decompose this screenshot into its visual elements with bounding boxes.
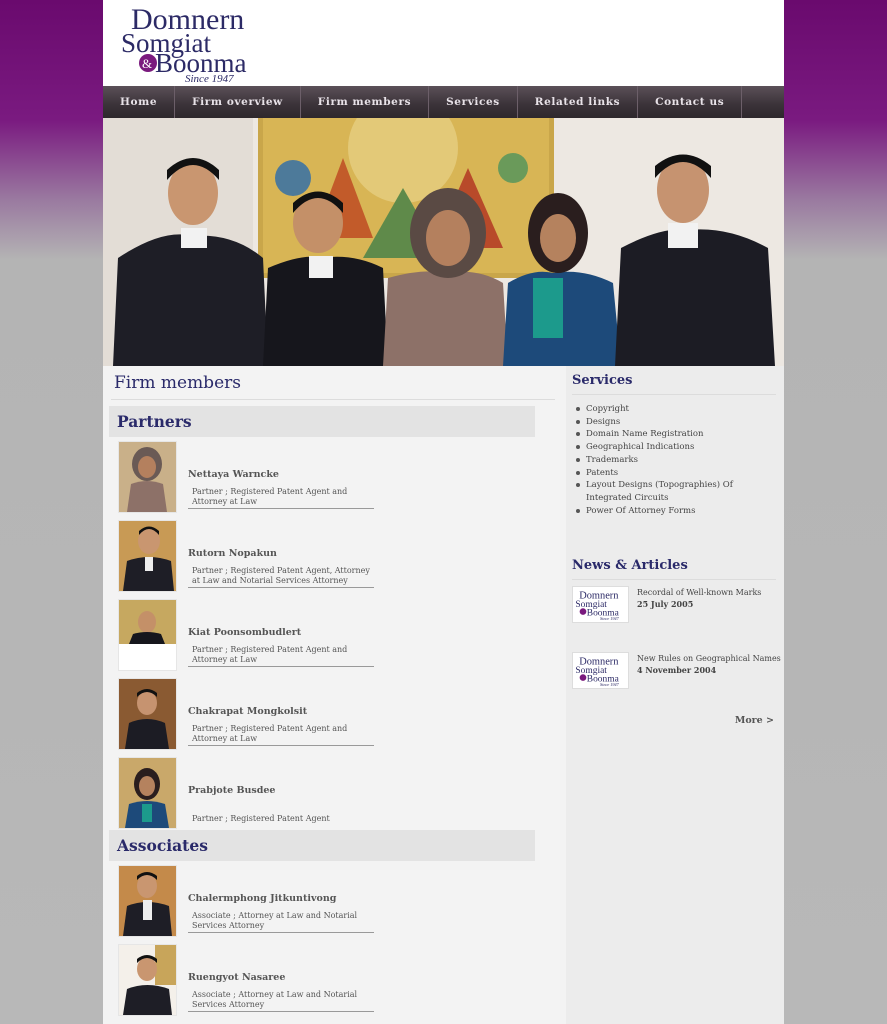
member-card[interactable]: Nettaya Warncke Partner ; Registered Pat… bbox=[118, 437, 563, 516]
member-photo[interactable] bbox=[118, 757, 177, 829]
member-name[interactable]: Kiat Poonsombudlert bbox=[188, 627, 301, 638]
member-photo[interactable] bbox=[118, 520, 177, 592]
divider bbox=[111, 399, 555, 400]
more-link[interactable]: More > bbox=[735, 715, 774, 726]
member-name[interactable]: Ruengyot Nasaree bbox=[188, 972, 285, 983]
member-role: Partner ; Registered Patent Agent bbox=[192, 814, 330, 823]
member-card[interactable]: Chakrapat Mongkolsit Partner ; Registere… bbox=[118, 674, 563, 753]
service-link[interactable]: Power Of Attorney Forms bbox=[576, 505, 771, 518]
service-link[interactable]: Copyright bbox=[576, 403, 771, 416]
member-role: Associate ; Attorney at Law and Notarial… bbox=[188, 911, 374, 933]
hero-photo bbox=[103, 118, 784, 366]
member-role: Partner ; Registered Patent Agent, Attor… bbox=[188, 566, 374, 588]
service-link[interactable]: Trademarks bbox=[576, 454, 771, 467]
member-photo[interactable] bbox=[118, 599, 177, 671]
news-heading: News & Articles bbox=[572, 558, 688, 574]
member-role: Partner ; Registered Patent Agent and At… bbox=[188, 645, 374, 667]
member-role: Partner ; Registered Patent Agent and At… bbox=[188, 724, 374, 746]
member-role: Partner ; Registered Patent Agent and At… bbox=[188, 487, 374, 509]
svg-text:&: & bbox=[142, 56, 152, 71]
service-link[interactable]: Geographical Indications bbox=[576, 441, 771, 454]
news-thumbnail[interactable]: Domnern Somgiat Boonma Since 1947 bbox=[572, 586, 629, 624]
service-link[interactable]: Domain Name Registration bbox=[576, 428, 771, 441]
nav-related-links[interactable]: Related links bbox=[518, 86, 639, 118]
main-nav: Home Firm overview Firm members Services… bbox=[103, 86, 784, 118]
member-photo[interactable] bbox=[118, 678, 177, 750]
content-area: Firm members Partners Nettaya Warncke Pa… bbox=[103, 366, 784, 1024]
member-card[interactable]: Rutorn Nopakun Partner ; Registered Pate… bbox=[118, 516, 563, 595]
news-title[interactable]: Recordal of Well-known Marks bbox=[637, 588, 761, 597]
member-photo[interactable] bbox=[118, 944, 177, 1016]
member-name[interactable]: Chakrapat Mongkolsit bbox=[188, 706, 307, 717]
news-date: 25 July 2005 bbox=[637, 599, 694, 610]
divider bbox=[572, 394, 776, 395]
member-name[interactable]: Rutorn Nopakun bbox=[188, 548, 277, 559]
member-card[interactable]: Prabjote Busdee Partner ; Registered Pat… bbox=[118, 753, 563, 832]
page-title: Firm members bbox=[114, 373, 241, 393]
nav-services[interactable]: Services bbox=[429, 86, 518, 118]
service-link[interactable]: Layout Designs (Topographies) Of Integra… bbox=[576, 479, 771, 504]
page: Domnern Somgiat & Boonma Since 1947 Home… bbox=[103, 0, 784, 1024]
news-item[interactable]: Domnern Somgiat Boonma Since 1947 New Ru… bbox=[572, 646, 784, 712]
service-link[interactable]: Designs bbox=[576, 416, 771, 429]
services-list: Copyright Designs Domain Name Registrati… bbox=[576, 403, 784, 517]
member-role: Associate ; Attorney at Law and Notarial… bbox=[188, 990, 374, 1012]
member-name[interactable]: Chalermphong Jitkuntivong bbox=[188, 893, 336, 904]
associates-heading: Associates bbox=[109, 830, 535, 861]
news-date: 4 November 2004 bbox=[637, 665, 717, 676]
member-card[interactable]: Ruengyot Nasaree Associate ; Attorney at… bbox=[118, 940, 563, 1019]
member-name[interactable]: Nettaya Warncke bbox=[188, 469, 279, 480]
partners-heading: Partners bbox=[109, 406, 535, 437]
nav-home[interactable]: Home bbox=[103, 86, 176, 118]
member-name[interactable]: Prabjote Busdee bbox=[188, 785, 275, 796]
news-title[interactable]: New Rules on Geographical Names bbox=[637, 654, 781, 663]
firm-logo[interactable]: Domnern Somgiat & Boonma Since 1947 bbox=[117, 2, 257, 84]
news-item[interactable]: Domnern Somgiat Boonma Since 1947 Record… bbox=[572, 580, 784, 646]
service-link[interactable]: Patents bbox=[576, 467, 771, 480]
news-thumbnail[interactable]: Domnern Somgiat Boonma Since 1947 bbox=[572, 652, 629, 690]
svg-text:Since 1947: Since 1947 bbox=[600, 682, 620, 687]
svg-text:Since 1947: Since 1947 bbox=[185, 73, 234, 84]
nav-firm-overview[interactable]: Firm overview bbox=[175, 86, 301, 118]
nav-firm-members[interactable]: Firm members bbox=[301, 86, 430, 118]
site-header: Domnern Somgiat & Boonma Since 1947 bbox=[103, 0, 784, 86]
nav-contact-us[interactable]: Contact us bbox=[638, 86, 743, 118]
member-card[interactable]: Chalermphong Jitkuntivong Associate ; At… bbox=[118, 861, 563, 940]
member-card[interactable]: Kiat Poonsombudlert Partner ; Registered… bbox=[118, 595, 563, 674]
member-photo[interactable] bbox=[118, 865, 177, 937]
member-photo[interactable] bbox=[118, 441, 177, 513]
main-column: Firm members Partners Nettaya Warncke Pa… bbox=[103, 366, 563, 1019]
sidebar: Services Copyright Designs Domain Name R… bbox=[566, 366, 784, 1024]
svg-text:Since 1947: Since 1947 bbox=[600, 616, 620, 621]
services-heading: Services bbox=[572, 373, 633, 388]
